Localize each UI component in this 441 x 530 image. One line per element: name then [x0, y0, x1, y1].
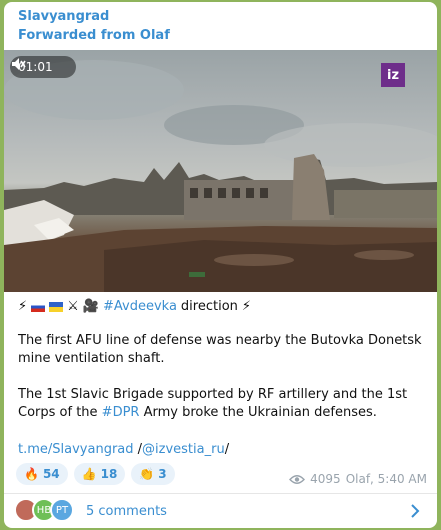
crossed-swords-icon: ⚔ — [67, 299, 79, 314]
channel-name[interactable]: Slavyangrad — [18, 9, 109, 24]
reaction-thumbs-up[interactable]: 👍 18 — [73, 463, 126, 485]
hashtag-avdeevka[interactable]: #Avdeevka — [103, 298, 177, 316]
video-duration[interactable]: 01:01 — [10, 56, 76, 78]
para2-text-end: Army broke the Ukrainian defenses. — [139, 405, 377, 420]
eye-icon — [289, 474, 306, 484]
view-count: 4095 — [310, 472, 341, 486]
comments-bar[interactable]: HB PT 5 comments — [4, 494, 437, 528]
reaction-clap[interactable]: 👏 3 — [131, 463, 175, 485]
mute-icon[interactable] — [10, 56, 26, 72]
link-slavyangrad[interactable]: t.me/Slavyangrad — [18, 442, 134, 457]
post-paragraph-1: The first AFU line of defense was nearby… — [18, 333, 422, 366]
video-player[interactable]: 01:01 iz — [4, 50, 437, 292]
link-end: / — [224, 442, 230, 457]
post-first-line: ⚡ ⚔ 🎥 #Avdeevka direction ⚡ — [18, 298, 428, 316]
forwarded-from[interactable]: Forwarded from Olaf — [18, 28, 170, 43]
commenter-avatars: HB PT — [14, 498, 86, 524]
thumbs-up-icon: 👍 — [81, 467, 97, 481]
video-frame — [4, 60, 437, 292]
post-links: t.me/Slavyangrad /@izvestia_ru/ — [18, 441, 428, 459]
chevron-right-icon[interactable] — [407, 502, 423, 520]
reaction-count: 54 — [42, 467, 60, 481]
russia-flag-icon — [31, 302, 46, 312]
reaction-count: 18 — [100, 467, 118, 481]
avatar: PT — [50, 498, 74, 522]
link-izvestia[interactable]: @izvestia_ru — [142, 442, 225, 457]
lightning-icon: ⚡ — [241, 299, 252, 314]
comments-label[interactable]: 5 comments — [86, 504, 167, 519]
direction-text: direction — [180, 299, 238, 314]
ukraine-flag-icon — [49, 302, 64, 312]
message-bubble: Slavyangrad Forwarded from Olaf 01:01 iz… — [4, 2, 437, 528]
reaction-fire[interactable]: 🔥 54 — [16, 463, 68, 485]
message-meta: 4095 Olaf, 5:40 AM — [289, 472, 427, 486]
hashtag-dpr[interactable]: #DPR — [102, 405, 140, 420]
movie-camera-icon: 🎥 — [82, 299, 99, 314]
reactions-bar: 🔥 54 👍 18 👏 3 — [16, 463, 175, 485]
reaction-count: 3 — [158, 467, 167, 481]
izvestia-logo: iz — [381, 63, 405, 87]
post-paragraph-2: The 1st Slavic Brigade supported by RF a… — [18, 386, 428, 422]
fire-icon: 🔥 — [24, 467, 39, 481]
author-time: Olaf, 5:40 AM — [345, 472, 427, 486]
lightning-icon: ⚡ — [18, 299, 28, 314]
link-separator: / — [133, 442, 143, 457]
clap-icon: 👏 — [139, 467, 155, 481]
